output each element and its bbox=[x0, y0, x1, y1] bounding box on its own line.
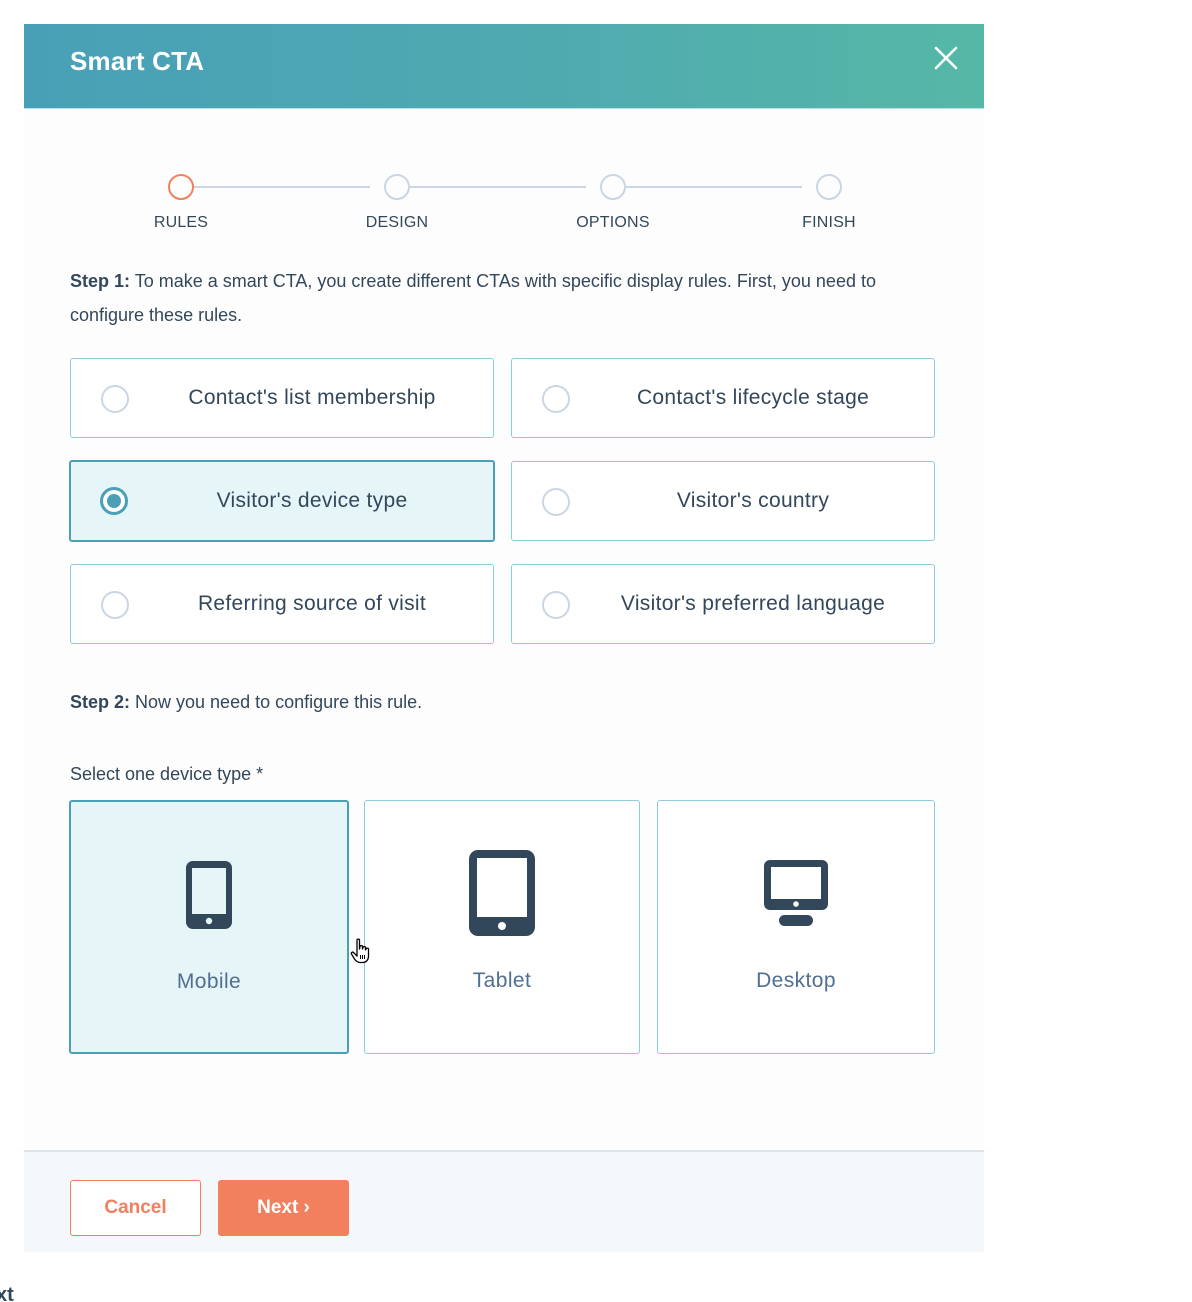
desktop-monitor-icon bbox=[764, 860, 828, 926]
smart-cta-modal: Smart CTA RULES DESIGN OPTIONS FINISH St… bbox=[24, 24, 984, 1252]
rule-option-label: Visitor's preferred language bbox=[620, 592, 886, 615]
step-node-design bbox=[384, 174, 410, 200]
cancel-button[interactable]: Cancel bbox=[70, 1180, 201, 1236]
stepper-connector bbox=[180, 186, 370, 188]
radio-icon[interactable] bbox=[542, 385, 570, 413]
step1-text: To make a smart CTA, you create differen… bbox=[70, 271, 876, 325]
step2-prefix: Step 2: bbox=[70, 692, 131, 712]
rule-option-preferred-language[interactable]: Visitor's preferred language bbox=[511, 564, 935, 644]
rule-option-referring-source[interactable]: Referring source of visit bbox=[70, 564, 494, 644]
step2-instructions: Step 2: Now you need to configure this r… bbox=[70, 692, 422, 713]
step-label-design: DESIGN bbox=[365, 214, 429, 231]
radio-icon[interactable] bbox=[542, 591, 570, 619]
step-node-finish bbox=[816, 174, 842, 200]
rule-option-device-type[interactable]: Visitor's device type bbox=[69, 460, 495, 542]
stray-text-fragment: xt bbox=[0, 1284, 14, 1302]
stepper-connector bbox=[396, 186, 586, 188]
device-option-label: Tablet bbox=[472, 969, 532, 992]
step1-instructions: Step 1: To make a smart CTA, you create … bbox=[70, 264, 950, 332]
rule-option-list-membership[interactable]: Contact's list membership bbox=[70, 358, 494, 438]
rule-option-lifecycle-stage[interactable]: Contact's lifecycle stage bbox=[511, 358, 935, 438]
next-button[interactable]: Next › bbox=[218, 1180, 349, 1236]
step-node-rules bbox=[168, 174, 194, 200]
step-label-finish: FINISH bbox=[802, 214, 856, 231]
device-option-label: Desktop bbox=[756, 969, 836, 992]
radio-icon[interactable] bbox=[101, 591, 129, 619]
device-option-mobile[interactable]: Mobile bbox=[69, 800, 349, 1054]
step2-text: Now you need to configure this rule. bbox=[130, 692, 423, 712]
step-label-rules: RULES bbox=[153, 214, 209, 231]
device-option-label: Mobile bbox=[176, 970, 242, 993]
stepper-connector bbox=[612, 186, 802, 188]
rule-option-country[interactable]: Visitor's country bbox=[511, 461, 935, 541]
progress-stepper: RULES DESIGN OPTIONS FINISH bbox=[154, 174, 856, 244]
device-option-tablet[interactable]: Tablet bbox=[364, 800, 640, 1054]
rule-option-label: Contact's list membership bbox=[188, 386, 436, 409]
close-button[interactable] bbox=[932, 44, 960, 72]
step1-prefix: Step 1: bbox=[70, 271, 131, 291]
close-icon bbox=[934, 46, 958, 70]
modal-header: Smart CTA bbox=[24, 24, 984, 109]
radio-selected-icon[interactable] bbox=[100, 487, 128, 515]
rule-option-label: Contact's lifecycle stage bbox=[636, 386, 870, 409]
device-option-desktop[interactable]: Desktop bbox=[657, 800, 935, 1054]
step-label-options: OPTIONS bbox=[576, 214, 650, 231]
rule-option-label: Referring source of visit bbox=[197, 592, 427, 615]
device-type-field-label: Select one device type * bbox=[70, 764, 264, 784]
rule-option-label: Visitor's country bbox=[676, 489, 830, 512]
mobile-phone-icon bbox=[186, 861, 232, 929]
rule-option-label: Visitor's device type bbox=[216, 489, 408, 512]
radio-icon[interactable] bbox=[101, 385, 129, 413]
modal-footer: Cancel Next › bbox=[24, 1150, 984, 1252]
modal-title: Smart CTA bbox=[70, 46, 205, 76]
step-node-options bbox=[600, 174, 626, 200]
tablet-icon bbox=[469, 850, 535, 936]
radio-icon[interactable] bbox=[542, 488, 570, 516]
